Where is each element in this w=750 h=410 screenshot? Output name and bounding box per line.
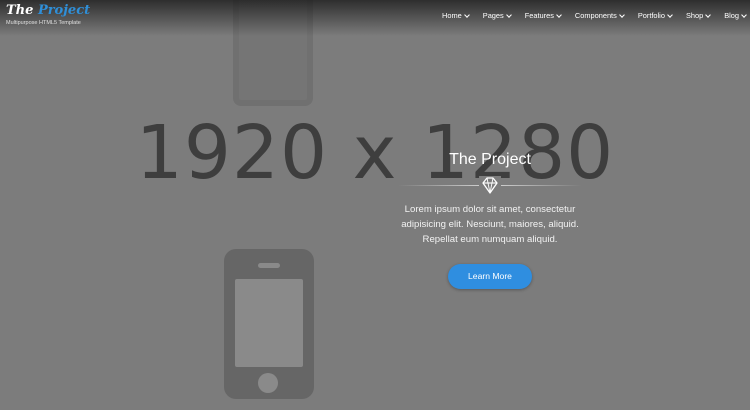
- chevron-down-icon: [741, 11, 747, 18]
- nav-item-home[interactable]: Home: [442, 11, 470, 20]
- nav-item-label: Components: [574, 11, 617, 20]
- logo[interactable]: The Project Multipurpose HTML5 Template: [6, 3, 90, 27]
- logo-name-part1: The: [6, 3, 38, 18]
- chevron-down-icon: [667, 11, 673, 18]
- chevron-down-icon: [463, 11, 470, 18]
- chevron-down-icon: [618, 11, 625, 18]
- phone-screen: [235, 279, 303, 367]
- chevron-down-icon: [505, 11, 512, 18]
- page: 1920 x 1280 The Project Multipurpose HTM…: [0, 0, 750, 410]
- placeholder-dimensions-text: 1920 x 1280: [135, 110, 615, 196]
- nav-item-shop[interactable]: Shop: [685, 11, 712, 20]
- logo-tagline: Multipurpose HTML5 Template: [6, 20, 81, 26]
- logo-name-part2: Project: [37, 3, 91, 18]
- nav-item-label: Portfolio: [637, 11, 665, 20]
- main-nav: Home Pages Features Components Portfolio…: [428, 11, 747, 20]
- nav-item-portfolio[interactable]: Portfolio: [637, 11, 673, 20]
- nav-item-label: Features: [524, 11, 554, 20]
- nav-item-label: Shop: [685, 11, 704, 20]
- hero-title: The Project: [449, 151, 531, 168]
- nav-item-label: Pages: [482, 11, 504, 20]
- chevron-down-icon: [556, 11, 562, 18]
- hero-description: Lorem ipsum dolor sit amet, consectetur …: [401, 204, 579, 245]
- header: The Project Multipurpose HTML5 Template …: [0, 0, 750, 36]
- chevron-down-icon: [705, 11, 712, 18]
- nav-item-features[interactable]: Features: [524, 11, 562, 20]
- hero-divider: [390, 174, 590, 198]
- learn-more-button[interactable]: Learn More: [448, 264, 532, 289]
- nav-item-blog[interactable]: Blog: [724, 11, 747, 20]
- nav-item-label: Blog: [724, 11, 739, 20]
- nav-item-pages[interactable]: Pages: [482, 11, 512, 20]
- nav-item-components[interactable]: Components: [574, 11, 625, 20]
- phone-home-button: [258, 373, 278, 393]
- nav-item-label: Home: [442, 11, 462, 20]
- hero: The Project Lorem ipsum dolor sit amet, …: [390, 148, 590, 289]
- phone-speaker: [258, 263, 280, 268]
- diamond-icon: [479, 176, 501, 196]
- phone-icon: [224, 249, 314, 399]
- logo-title: The Project: [6, 3, 90, 18]
